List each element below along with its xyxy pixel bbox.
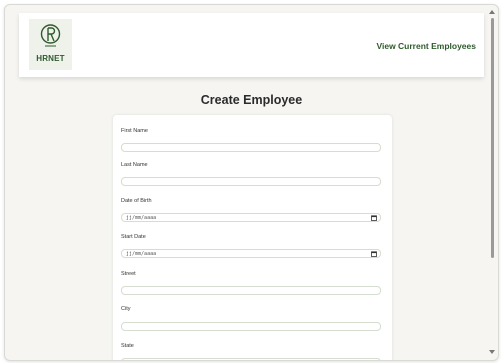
- hrnet-logo[interactable]: HRNET: [29, 19, 72, 70]
- calendar-icon[interactable]: [371, 251, 377, 257]
- first-name-label: First Name: [121, 128, 148, 134]
- scrollbar-thumb[interactable]: [491, 18, 494, 258]
- create-employee-form: First Name Last Name Date of Birth jj/mm…: [113, 115, 392, 360]
- logo-text: HRNET: [36, 54, 65, 63]
- calendar-icon[interactable]: [371, 215, 377, 221]
- browser-window: HRNET View Current Employees Create Empl…: [4, 4, 499, 361]
- last-name-label: Last Name: [121, 162, 148, 168]
- hr-monogram-icon: [40, 24, 61, 47]
- start-date-placeholder: jj/mm/aaaa: [126, 251, 157, 257]
- last-name-input[interactable]: [121, 177, 381, 186]
- scroll-down-arrow-icon[interactable]: [489, 350, 495, 354]
- view-current-employees-link[interactable]: View Current Employees: [376, 41, 476, 51]
- city-input[interactable]: [121, 322, 381, 331]
- start-date-label: Start Date: [121, 234, 146, 240]
- page-title: Create Employee: [200, 93, 303, 107]
- scroll-up-arrow-icon[interactable]: [489, 10, 495, 14]
- date-of-birth-placeholder: jj/mm/aaaa: [126, 215, 157, 221]
- first-name-input[interactable]: [121, 143, 381, 152]
- date-of-birth-input[interactable]: jj/mm/aaaa: [121, 213, 381, 222]
- top-header: HRNET View Current Employees: [19, 13, 484, 77]
- street-input[interactable]: [121, 286, 381, 295]
- street-label: Street: [121, 271, 136, 277]
- city-label: City: [121, 306, 131, 312]
- date-of-birth-label: Date of Birth: [121, 198, 152, 204]
- start-date-input[interactable]: jj/mm/aaaa: [121, 249, 381, 258]
- state-label: State: [121, 343, 134, 349]
- state-select[interactable]: [121, 358, 381, 360]
